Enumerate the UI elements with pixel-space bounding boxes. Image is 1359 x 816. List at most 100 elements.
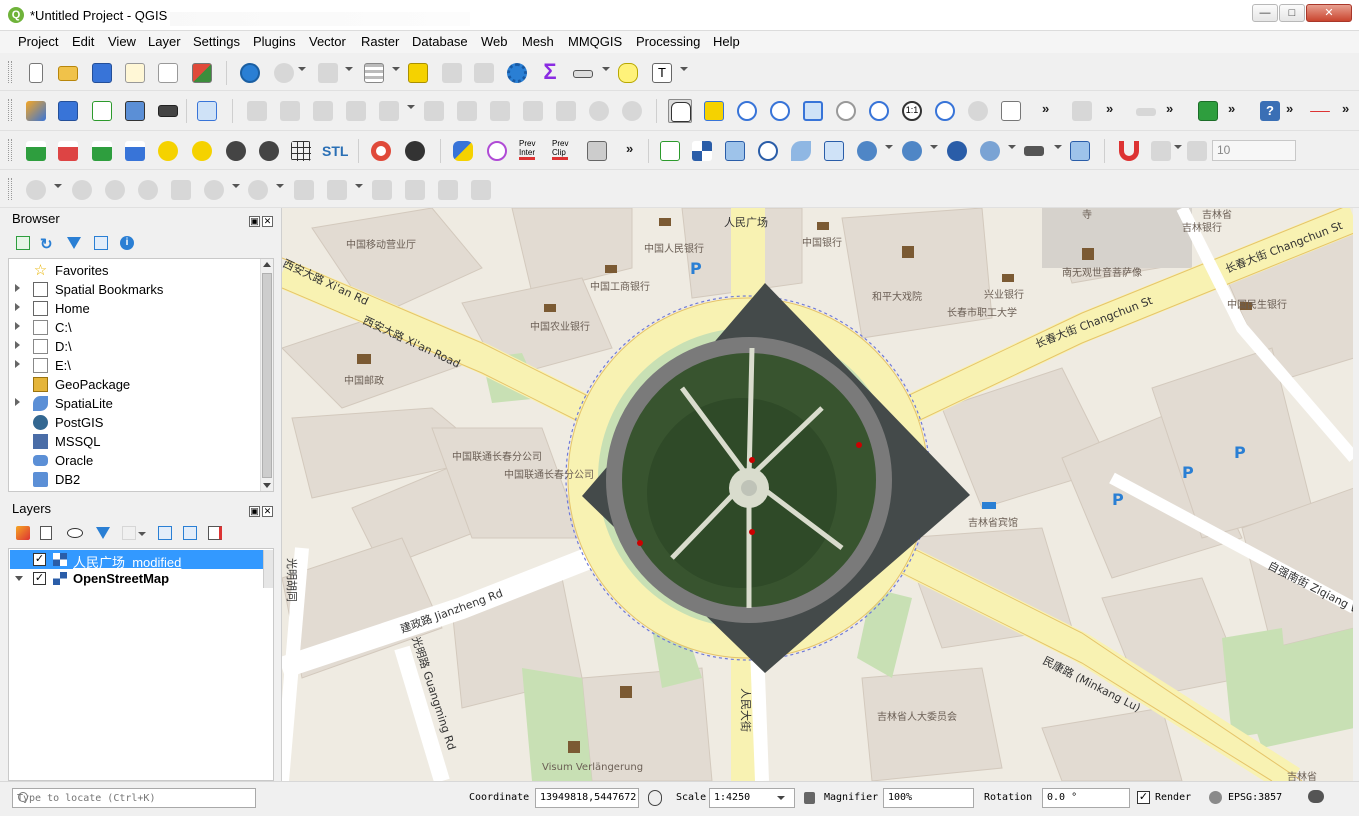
label-tool-button[interactable]: [1134, 99, 1158, 123]
browser-item[interactable]: C:\: [9, 318, 259, 337]
layer-row-openstreetmap[interactable]: ✓ OpenStreetMap: [9, 569, 271, 588]
xyz-layer-button[interactable]: [978, 139, 1002, 163]
magnifier-spinbox[interactable]: 100%: [883, 788, 974, 808]
delete-ring-button[interactable]: [246, 178, 270, 202]
coordinate-field[interactable]: 13949818,5447672: [535, 788, 639, 808]
profile-tool-button-3[interactable]: [90, 139, 114, 163]
save-edits-button[interactable]: [311, 99, 335, 123]
messages-icon[interactable]: [1308, 790, 1324, 803]
fill-ring-button[interactable]: [202, 178, 226, 202]
new-project-button[interactable]: [24, 61, 48, 85]
toolbar-grip[interactable]: [8, 61, 12, 83]
new-virtual-layer-button[interactable]: [195, 99, 219, 123]
profile-tool-button-4[interactable]: [123, 139, 147, 163]
zoom-out-button[interactable]: [768, 99, 792, 123]
toolbar-overflow-chevron[interactable]: »: [1286, 101, 1293, 116]
collapse-all-icon[interactable]: [94, 236, 108, 250]
paste-features-button[interactable]: [554, 99, 578, 123]
sun-tool-button-2[interactable]: [190, 139, 214, 163]
menu-help[interactable]: Help: [713, 34, 740, 49]
mouse-coordinate-icon[interactable]: [648, 790, 662, 806]
mesh-layer-button[interactable]: [1022, 139, 1046, 163]
menu-mesh[interactable]: Mesh: [522, 34, 554, 49]
measure-line-button[interactable]: [571, 61, 595, 85]
new-spatialite-layer-button[interactable]: [123, 99, 147, 123]
binoculars-button[interactable]: [403, 139, 427, 163]
browser-item[interactable]: SpatiaLite: [9, 394, 259, 413]
grid-tool-button[interactable]: [289, 139, 313, 163]
dropdown-arrow-icon[interactable]: [392, 67, 400, 71]
browser-item[interactable]: DB2: [9, 470, 259, 489]
feather-tool-button[interactable]: [789, 139, 813, 163]
snapping-button[interactable]: [1117, 139, 1141, 163]
split-features-button[interactable]: [403, 178, 427, 202]
layer-group-button[interactable]: [1068, 139, 1092, 163]
browser-scrollbar[interactable]: [260, 259, 273, 491]
expand-arrow-icon[interactable]: [15, 322, 20, 330]
menu-plugins[interactable]: Plugins: [253, 34, 296, 49]
new-temporary-layer-button[interactable]: [156, 99, 180, 123]
simplify-feature-button[interactable]: [103, 178, 127, 202]
move-feature-button[interactable]: [24, 178, 48, 202]
pan-map-button[interactable]: [668, 99, 692, 123]
deselect-features-button[interactable]: [406, 61, 430, 85]
add-group-icon[interactable]: [40, 526, 52, 540]
add-feature-button[interactable]: [344, 99, 368, 123]
browser-item[interactable]: MSSQL: [9, 432, 259, 451]
dropdown-arrow-icon[interactable]: [355, 184, 363, 188]
browser-item[interactable]: Home: [9, 299, 259, 318]
expand-arrow-icon[interactable]: [15, 398, 20, 406]
zoom-next-button[interactable]: [966, 99, 990, 123]
python-console-button[interactable]: [451, 139, 475, 163]
redo-button[interactable]: [620, 99, 644, 123]
browser-item[interactable]: Spatial Bookmarks: [9, 280, 259, 299]
toolbar-overflow-chevron[interactable]: »: [626, 141, 633, 156]
viewshed-button-1[interactable]: [224, 139, 248, 163]
identify-features-button[interactable]: [238, 61, 262, 85]
style-manager-button[interactable]: [190, 61, 214, 85]
statistical-summary-button[interactable]: Σ: [538, 61, 562, 85]
dropdown-arrow-icon[interactable]: [602, 67, 610, 71]
dropdown-arrow-icon[interactable]: [1008, 145, 1016, 149]
vertex-tool-button[interactable]: [377, 99, 401, 123]
lifebuoy-button[interactable]: [369, 139, 393, 163]
rotate-feature-button[interactable]: [70, 178, 94, 202]
new-print-layout-button[interactable]: [123, 61, 147, 85]
snap-mode-button[interactable]: [1185, 139, 1209, 163]
new-map-view-button[interactable]: [999, 99, 1023, 123]
layer-visibility-checkbox[interactable]: ✓: [33, 553, 46, 566]
menu-project[interactable]: Project: [18, 34, 58, 49]
sun-tool-button-1[interactable]: [156, 139, 180, 163]
close-button[interactable]: ✕: [1306, 4, 1352, 22]
toolbar-grip[interactable]: [8, 178, 12, 200]
lock-icon[interactable]: [804, 792, 815, 804]
dropdown-arrow-icon[interactable]: [276, 184, 284, 188]
layer-row-modified[interactable]: ✓ 人民广场_modified: [9, 550, 271, 570]
menu-vector[interactable]: Vector: [309, 34, 346, 49]
expand-arrow-icon[interactable]: [15, 284, 20, 292]
stl-export-button[interactable]: STL: [320, 139, 350, 163]
menu-database[interactable]: Database: [412, 34, 468, 49]
collapse-all-icon[interactable]: [183, 526, 197, 540]
text-annotation-button[interactable]: T: [650, 61, 674, 85]
info-icon[interactable]: i: [120, 236, 134, 250]
zoom-to-layer-button[interactable]: [867, 99, 891, 123]
layer-visibility-checkbox[interactable]: ✓: [33, 572, 46, 585]
browser-item[interactable]: GeoPackage: [9, 375, 259, 394]
scroll-down-icon[interactable]: [263, 483, 271, 488]
expand-all-icon[interactable]: [158, 526, 172, 540]
map-canvas[interactable]: P P P P 西安大路 Xi'an Rd 西安大路 Xi'an Road 长春…: [281, 208, 1353, 781]
measure-angle-button[interactable]: [1070, 99, 1094, 123]
browser-item[interactable]: E:\: [9, 356, 259, 375]
dropdown-arrow-icon[interactable]: [1174, 145, 1182, 149]
delete-selected-button[interactable]: [455, 99, 479, 123]
layers-scrollbar[interactable]: [263, 550, 273, 588]
plugin-circle-button[interactable]: [485, 139, 509, 163]
dropdown-arrow-icon[interactable]: [298, 67, 306, 71]
browser-item[interactable]: PostGIS: [9, 413, 259, 432]
browser-item[interactable]: Oracle: [9, 451, 259, 470]
toolbar-overflow-chevron[interactable]: »: [1106, 101, 1113, 116]
copy-features-button[interactable]: [521, 99, 545, 123]
pan-to-selection-button[interactable]: [272, 61, 296, 85]
georef-button[interactable]: [756, 139, 780, 163]
